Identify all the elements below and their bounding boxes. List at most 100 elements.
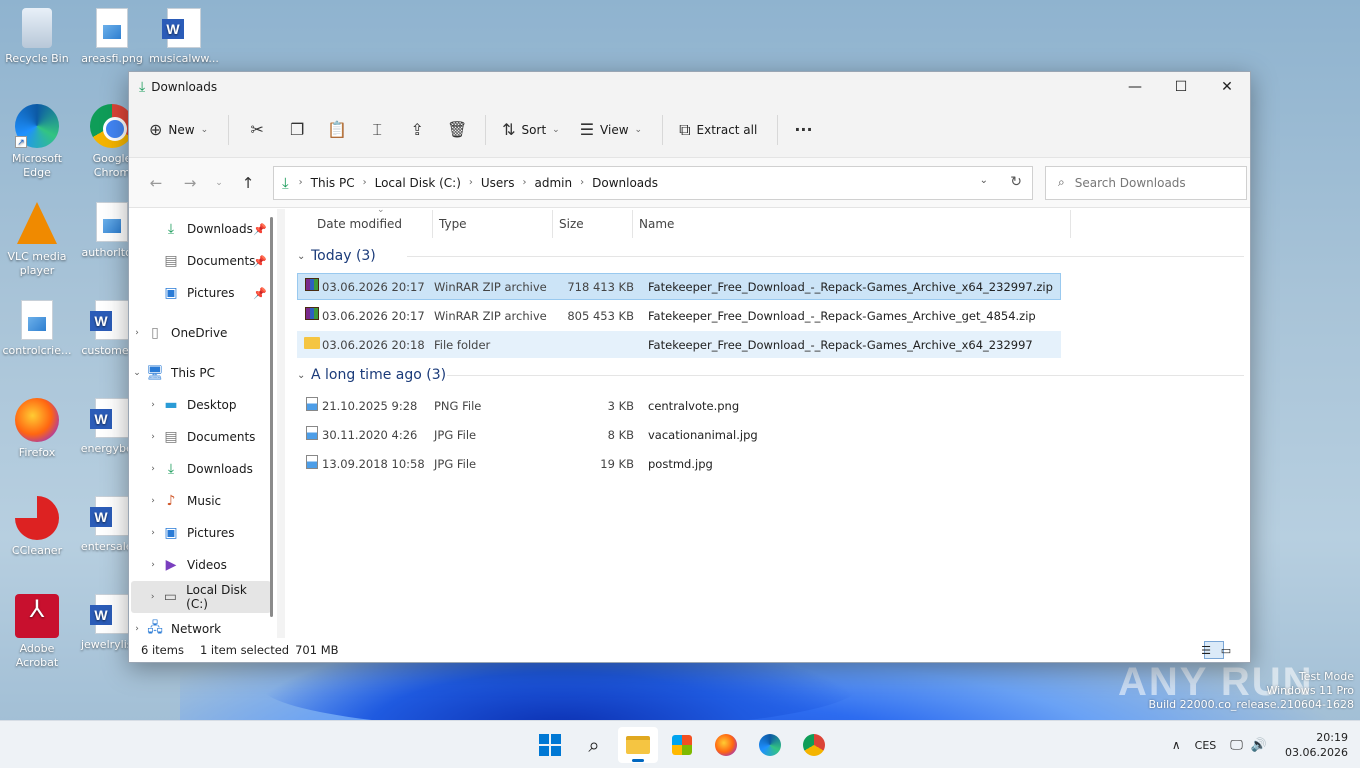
group-header-long-ago[interactable]: ⌄ A long time ago (3): [297, 360, 1250, 390]
nav-documents[interactable]: › ▤ Documents: [129, 421, 277, 453]
column-type[interactable]: Type: [433, 210, 553, 238]
chevron-right-icon[interactable]: ›: [145, 432, 161, 442]
chevron-right-icon[interactable]: ›: [145, 592, 161, 602]
taskbar-edge[interactable]: [750, 727, 790, 763]
chevron-right-icon[interactable]: ›: [145, 528, 161, 538]
taskbar-apps: ⌕: [528, 727, 836, 763]
nav-quick-downloads[interactable]: ⤓ Downloads 📌: [129, 213, 277, 245]
copy-button[interactable]: ❐: [277, 113, 317, 147]
desktop-icon-acrobat[interactable]: Adobe Acrobat: [1, 594, 73, 670]
input-language[interactable]: CES: [1195, 739, 1217, 752]
acrobat-icon: [15, 594, 59, 638]
back-button[interactable]: ←: [139, 168, 173, 198]
desktop-icon-vlc[interactable]: VLC media player: [1, 202, 73, 278]
nav-videos[interactable]: › ▶ Videos: [129, 549, 277, 581]
file-row[interactable]: 03.06.2026 20:18 File folder Fatekeeper_…: [297, 331, 1061, 358]
desktop-icon-areasfi[interactable]: areasfi.png: [76, 8, 148, 66]
breadcrumb-this-pc[interactable]: This PC: [311, 176, 355, 190]
group-header-today[interactable]: ⌄ Today (3): [297, 241, 1250, 271]
share-button[interactable]: ⇪: [397, 113, 437, 147]
chevron-right-icon[interactable]: ›: [129, 328, 145, 338]
arrow-up-icon: ↑: [241, 173, 255, 192]
file-name: vacationanimal.jpg: [648, 427, 758, 442]
title-bar[interactable]: ⤓ Downloads — ☐ ✕: [129, 72, 1250, 102]
nav-downloads[interactable]: › ⤓ Downloads: [129, 453, 277, 485]
up-button[interactable]: ↑: [231, 168, 265, 198]
column-name[interactable]: Name: [633, 210, 1071, 238]
file-row[interactable]: 13.09.2018 10:58 JPG File 19 KB postmd.j…: [297, 450, 1061, 477]
network-icon[interactable]: 🖵: [1230, 738, 1243, 753]
chevron-down-icon[interactable]: ⌄: [129, 368, 145, 378]
close-button[interactable]: ✕: [1204, 72, 1250, 102]
file-explorer-icon: [626, 736, 650, 754]
more-options-button[interactable]: ···: [786, 113, 826, 147]
tiles-view-icon: ▭: [1220, 643, 1232, 657]
breadcrumb-downloads[interactable]: Downloads: [592, 176, 658, 190]
address-bar[interactable]: ⤓ › This PC › Local Disk (C:) › Users › …: [273, 165, 1033, 200]
tray-overflow-chevron-icon[interactable]: ∧: [1172, 738, 1181, 752]
column-date-modified[interactable]: Date modified: [297, 210, 433, 238]
address-history-chevron-icon[interactable]: ⌄: [980, 175, 988, 186]
nav-scrollbar[interactable]: [270, 217, 273, 617]
taskbar-file-explorer[interactable]: [618, 727, 658, 763]
refresh-icon[interactable]: ↻: [1010, 174, 1022, 190]
drive-icon: ▭: [163, 589, 177, 605]
nav-network[interactable]: › 🖧 Network: [129, 613, 277, 638]
more-dots-icon: ···: [794, 120, 813, 139]
breadcrumb-users[interactable]: Users: [481, 176, 515, 190]
taskbar-store[interactable]: [662, 727, 702, 763]
paste-button[interactable]: 📋: [317, 113, 357, 147]
desktop-icon-musicalww[interactable]: musicalww...: [148, 8, 220, 66]
maximize-button[interactable]: ☐: [1158, 72, 1204, 102]
tiles-view-button[interactable]: ▭: [1220, 641, 1244, 659]
chevron-right-icon[interactable]: ›: [145, 560, 161, 570]
search-button[interactable]: ⌕: [574, 727, 614, 763]
start-button[interactable]: [530, 727, 570, 763]
delete-button[interactable]: 🗑: [437, 113, 477, 147]
search-box[interactable]: ⌕ Search Downloads: [1045, 165, 1247, 200]
extract-all-button[interactable]: ⧉ Extract all: [671, 113, 765, 147]
chevron-right-icon[interactable]: ›: [145, 464, 161, 474]
desktop-icon-edge[interactable]: ↗ Microsoft Edge: [1, 104, 73, 180]
nav-quick-pictures[interactable]: ▣ Pictures 📌: [129, 277, 277, 309]
desktop-icon-controlcrie[interactable]: controlcrie...: [1, 300, 73, 358]
column-size[interactable]: Size: [553, 210, 633, 238]
recent-locations-button[interactable]: ⌄: [207, 168, 231, 198]
file-name: centralvote.png: [648, 398, 740, 413]
sort-button[interactable]: ⇅ Sort ⌄: [494, 113, 568, 147]
new-button[interactable]: ⊕ New ⌄: [141, 113, 216, 147]
desktop-icon-firefox[interactable]: Firefox: [1, 398, 73, 460]
volume-icon[interactable]: 🔊: [1251, 738, 1267, 753]
minimize-button[interactable]: —: [1112, 72, 1158, 102]
file-date: 30.11.2020 4:26: [322, 427, 418, 442]
file-row[interactable]: 03.06.2026 20:17 WinRAR ZIP archive 718 …: [297, 273, 1061, 300]
view-button[interactable]: ☰ View ⌄: [572, 113, 650, 147]
nav-desktop[interactable]: › ▬ Desktop: [129, 389, 277, 421]
breadcrumb-admin[interactable]: admin: [535, 176, 573, 190]
nav-music[interactable]: › ♪ Music: [129, 485, 277, 517]
nav-this-pc[interactable]: ⌄ 🖥 This PC: [129, 357, 277, 389]
desktop-icon-recycle-bin[interactable]: Recycle Bin: [1, 8, 73, 66]
nav-quick-documents[interactable]: ▤ Documents 📌: [129, 245, 277, 277]
search-icon: ⌕: [1058, 175, 1065, 189]
file-row[interactable]: 30.11.2020 4:26 JPG File 8 KB vacationan…: [297, 421, 1061, 448]
nav-onedrive[interactable]: › ▯ OneDrive: [129, 317, 277, 349]
chevron-right-icon[interactable]: ›: [145, 400, 161, 410]
image-file-icon: [302, 425, 322, 444]
chevron-right-icon[interactable]: ›: [129, 624, 145, 634]
desktop-icon-ccleaner[interactable]: CCleaner: [1, 496, 73, 558]
clock[interactable]: 20:19 03.06.2026: [1285, 730, 1348, 760]
taskbar-firefox[interactable]: [706, 727, 746, 763]
pane-splitter[interactable]: [277, 209, 285, 638]
nav-local-disk[interactable]: › ▭ Local Disk (C:): [131, 581, 271, 613]
music-icon: ♪: [166, 493, 176, 509]
cut-button[interactable]: ✂: [237, 113, 277, 147]
nav-pictures[interactable]: › ▣ Pictures: [129, 517, 277, 549]
forward-button[interactable]: →: [173, 168, 207, 198]
file-row[interactable]: 21.10.2025 9:28 PNG File 3 KB centralvot…: [297, 392, 1061, 419]
rename-button[interactable]: ⌶: [357, 113, 397, 147]
file-row[interactable]: 03.06.2026 20:17 WinRAR ZIP archive 805 …: [297, 302, 1061, 329]
taskbar-chrome[interactable]: [794, 727, 834, 763]
breadcrumb-local-disk[interactable]: Local Disk (C:): [375, 176, 461, 190]
chevron-right-icon[interactable]: ›: [145, 496, 161, 506]
